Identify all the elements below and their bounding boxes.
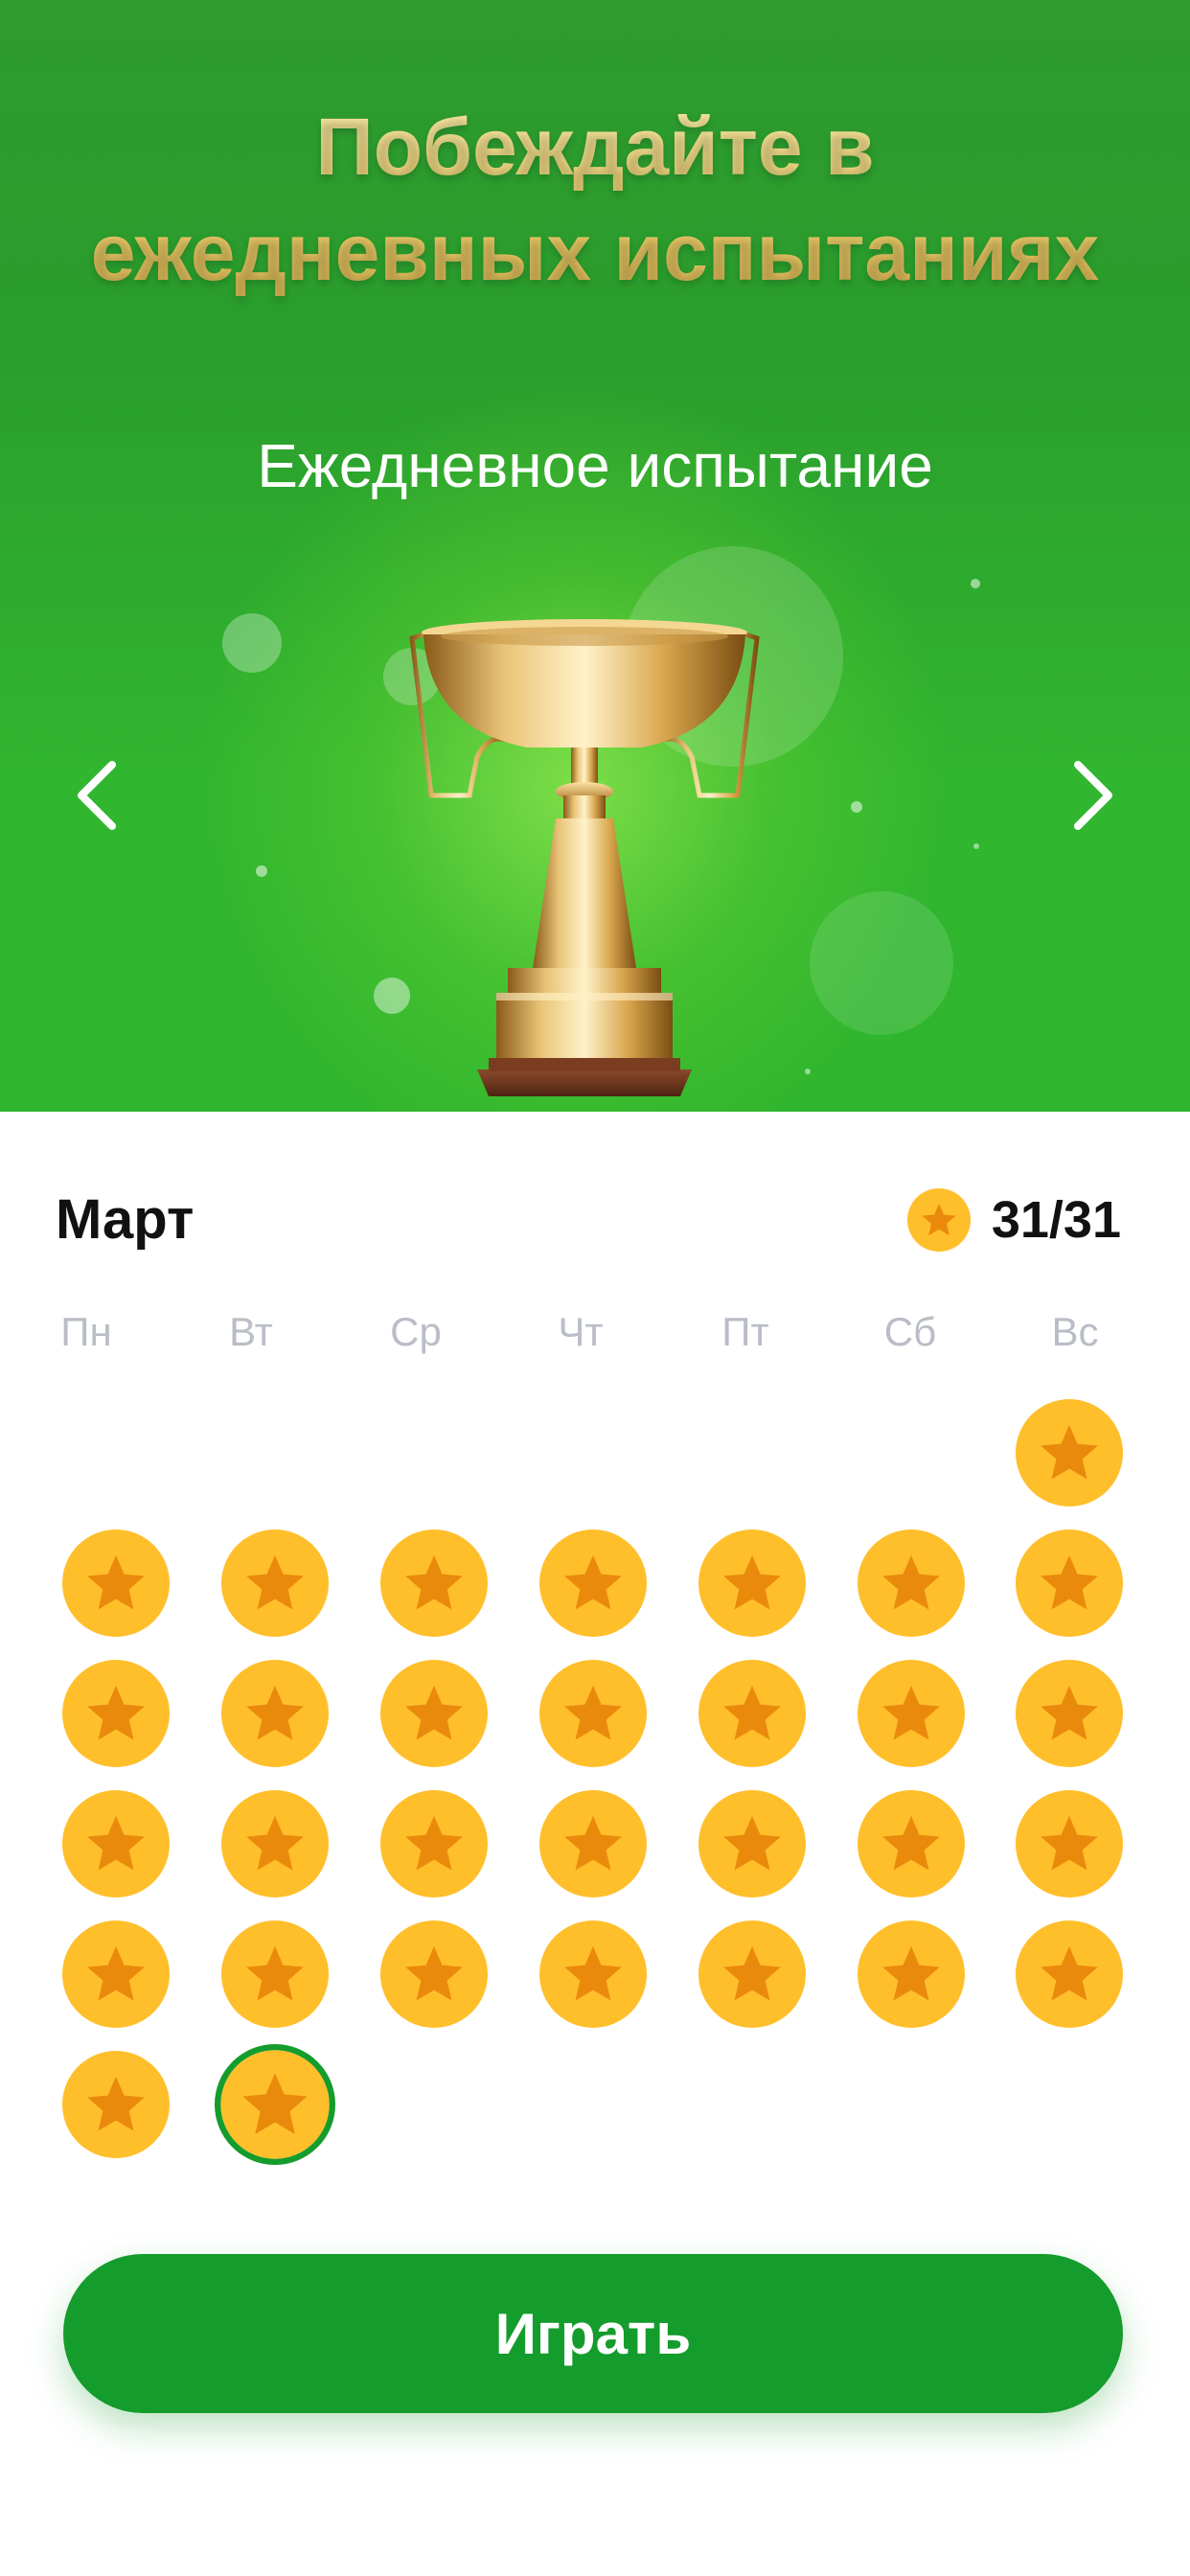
weekday-label: Пт	[721, 1309, 769, 1354]
star-coin-icon	[380, 1920, 488, 2028]
bokeh-light	[805, 1069, 811, 1074]
trophy-image	[402, 613, 767, 1112]
weekday-label: Пн	[60, 1309, 112, 1354]
weekday-label: Ср	[390, 1309, 442, 1354]
bokeh-light	[851, 801, 862, 813]
hero-title-line2: ежедневных испытаниях	[90, 207, 1100, 297]
star-coin-icon	[62, 1530, 170, 1637]
star-coin-icon	[380, 1790, 488, 1898]
day-coin[interactable]	[1016, 1530, 1123, 1637]
star-coin-icon	[698, 1920, 806, 2028]
day-coin[interactable]	[221, 1920, 329, 2028]
star-coin-icon	[698, 1660, 806, 1767]
day-coin[interactable]	[1016, 1790, 1123, 1898]
star-coin-icon	[698, 1790, 806, 1898]
day-coin[interactable]	[539, 1660, 647, 1767]
month-title: Март	[56, 1188, 195, 1251]
star-coin-icon	[380, 1530, 488, 1637]
prev-button[interactable]	[57, 757, 134, 834]
trophy-icon	[409, 619, 760, 1096]
day-coin[interactable]	[221, 1790, 329, 1898]
weekday-label: Сб	[883, 1309, 937, 1354]
day-coin[interactable]	[858, 1530, 965, 1637]
day-coin[interactable]	[380, 1530, 488, 1637]
bokeh-light	[971, 579, 980, 588]
score-text: 31/31	[991, 1191, 1121, 1249]
play-button[interactable]: Играть	[63, 2254, 1123, 2413]
day-coin-current[interactable]	[215, 2044, 335, 2165]
chevron-right-icon	[1074, 761, 1112, 830]
star-coin-icon	[221, 1660, 329, 1767]
star-coin-icon	[858, 1790, 965, 1898]
day-coin[interactable]	[539, 1530, 647, 1637]
day-coin[interactable]	[380, 1660, 488, 1767]
star-coin-icon	[539, 1790, 647, 1898]
star-coin-icon	[380, 1660, 488, 1767]
next-button[interactable]	[1056, 757, 1133, 834]
star-coin-icon	[1016, 1920, 1123, 2028]
weekday-label: Вт	[229, 1309, 273, 1354]
day-coin[interactable]	[539, 1790, 647, 1898]
star-coin-icon	[539, 1660, 647, 1767]
star-coin-icon	[62, 1920, 170, 2028]
day-coin[interactable]	[380, 1790, 488, 1898]
star-coin-icon	[221, 1790, 329, 1898]
day-coin[interactable]	[539, 1920, 647, 2028]
star-coin-icon	[62, 1660, 170, 1767]
hero-title: Побеждайте в ежедневных испытаниях	[0, 94, 1190, 305]
day-coin[interactable]	[62, 1530, 170, 1637]
star-coin-icon	[906, 1188, 971, 1252]
star-coin-icon	[62, 2051, 170, 2158]
day-coin[interactable]	[698, 1530, 806, 1637]
weekday-label: Чт	[558, 1309, 604, 1354]
day-coin[interactable]	[858, 1790, 965, 1898]
star-coin-icon	[539, 1920, 647, 2028]
star-coin-icon	[1016, 1660, 1123, 1767]
score-counter: 31/31	[906, 1186, 1121, 1254]
star-coin-icon	[221, 1920, 329, 2028]
challenge-subtitle: Ежедневное испытание	[257, 431, 933, 500]
bokeh-light	[256, 865, 267, 877]
day-coin[interactable]	[858, 1660, 965, 1767]
star-coin-icon	[221, 1530, 329, 1637]
star-coin-icon	[215, 2044, 335, 2165]
star-coin-icon	[539, 1530, 647, 1637]
day-coin[interactable]	[858, 1920, 965, 2028]
day-coin[interactable]	[221, 1660, 329, 1767]
day-coin[interactable]	[62, 2051, 170, 2158]
day-coin[interactable]	[698, 1920, 806, 2028]
day-coin[interactable]	[380, 1920, 488, 2028]
day-coin[interactable]	[62, 1920, 170, 2028]
day-coin[interactable]	[62, 1790, 170, 1898]
bokeh-light	[222, 613, 282, 673]
weekday-label: Вс	[1051, 1309, 1099, 1354]
star-coin-icon	[858, 1530, 965, 1637]
star-coin-icon	[1016, 1790, 1123, 1898]
star-coin-icon	[62, 1790, 170, 1898]
day-coin[interactable]	[221, 1530, 329, 1637]
day-coin[interactable]	[1016, 1399, 1123, 1506]
day-coin[interactable]	[62, 1660, 170, 1767]
star-coin-icon	[1016, 1399, 1123, 1506]
chevron-left-icon	[78, 761, 116, 830]
star-coin-icon	[1016, 1530, 1123, 1637]
bokeh-light	[973, 843, 979, 849]
star-coin-icon	[858, 1660, 965, 1767]
day-coin[interactable]	[1016, 1660, 1123, 1767]
day-coin[interactable]	[698, 1790, 806, 1898]
star-coin-icon	[698, 1530, 806, 1637]
star-coin-icon	[858, 1920, 965, 2028]
day-coin[interactable]	[698, 1660, 806, 1767]
hero-title-line1: Побеждайте в	[315, 102, 875, 192]
day-coin[interactable]	[1016, 1920, 1123, 2028]
bokeh-light	[810, 891, 953, 1035]
hero-banner: Побеждайте в ежедневных испытаниях Ежедн…	[0, 0, 1190, 1112]
